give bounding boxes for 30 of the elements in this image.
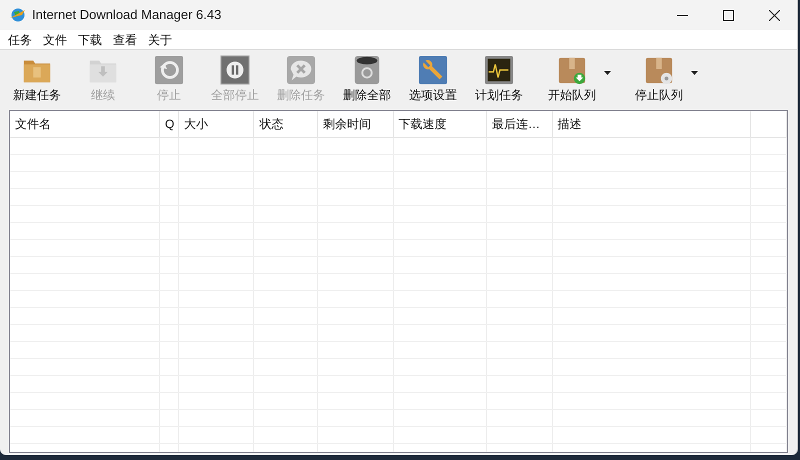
column-header[interactable]: 最后连…: [486, 111, 553, 137]
menu-item[interactable]: 任务: [3, 30, 37, 48]
toolbar-button[interactable]: 选项设置: [400, 55, 466, 104]
globe-icon: [9, 7, 26, 23]
toolbar-button[interactable]: 计划任务: [466, 55, 532, 104]
toolbar-button[interactable]: 开始队列: [532, 55, 612, 104]
column-header[interactable]: 状态: [254, 111, 318, 137]
column-header[interactable]: 描述: [552, 111, 752, 137]
menu-item[interactable]: 文件: [38, 30, 72, 48]
speech-bubble-x-icon: [285, 55, 317, 85]
column-header[interactable]: 下载速度: [394, 111, 487, 137]
window-title: Internet Download Manager 6.43: [32, 6, 222, 24]
wrench-icon: [417, 55, 449, 85]
column-header[interactable]: Q: [160, 111, 179, 137]
menu-item[interactable]: 关于: [143, 30, 177, 48]
close-icon: [768, 10, 780, 20]
maximize-icon: [722, 10, 734, 20]
dropdown-arrow-icon[interactable]: [604, 71, 611, 75]
dropdown-arrow-icon[interactable]: [691, 71, 698, 75]
column-header[interactable]: 剩余时间: [318, 111, 394, 137]
minimize-icon: [676, 14, 688, 16]
column-header[interactable]: 大小: [178, 111, 254, 137]
pause-icon: [219, 55, 251, 85]
toolbar-button[interactable]: 停止队列: [619, 55, 699, 104]
menu-item[interactable]: 查看: [108, 30, 142, 48]
pulse-monitor-icon: [483, 55, 515, 85]
toolbar-button[interactable]: 删除全部: [334, 55, 400, 104]
toolbar-button[interactable]: 新建任务: [4, 55, 70, 104]
menu-item[interactable]: 下载: [73, 30, 107, 48]
column-header[interactable]: 文件名: [10, 111, 160, 137]
